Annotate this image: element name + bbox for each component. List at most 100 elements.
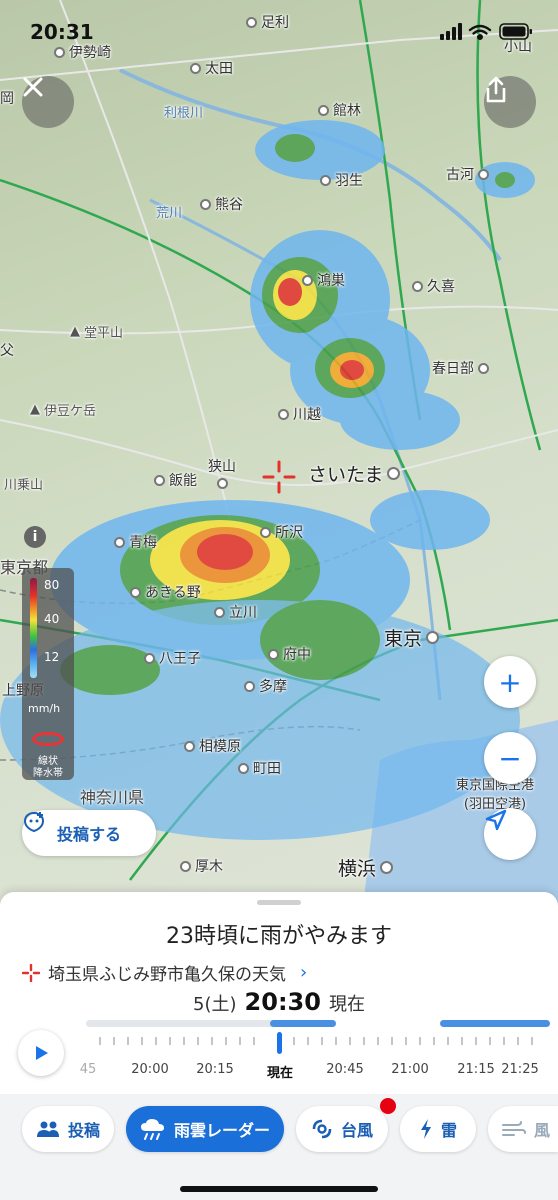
place-sagamihara[interactable]: 相模原 bbox=[184, 736, 241, 756]
legend-color-bar bbox=[30, 578, 37, 678]
place-label: 川越 bbox=[293, 407, 321, 423]
place-label: 古河 bbox=[446, 167, 474, 183]
tab-label: 雷 bbox=[440, 1121, 457, 1140]
city-dot bbox=[154, 474, 165, 486]
place-tama[interactable]: 多摩 bbox=[244, 676, 287, 696]
typhoon-notification-badge bbox=[380, 1098, 396, 1114]
place-fuchu[interactable]: 府中 bbox=[268, 644, 311, 664]
typhoon-icon bbox=[312, 1119, 332, 1139]
place-kasukabe[interactable]: 春日部 bbox=[432, 358, 489, 378]
place-konosu[interactable]: 鴻巣 bbox=[302, 270, 345, 290]
legend-unit: mm/h bbox=[28, 702, 61, 715]
zoom-out-button[interactable]: − bbox=[484, 732, 536, 784]
tab-wind[interactable]: 風 bbox=[488, 1106, 558, 1152]
wifi-icon bbox=[468, 24, 492, 40]
tab-rain-radar[interactable]: 雨雲レーダー bbox=[126, 1106, 284, 1152]
place-kuki[interactable]: 久喜 bbox=[412, 276, 455, 296]
city-dot bbox=[130, 586, 141, 598]
city-dot bbox=[380, 861, 394, 874]
place-label: 青梅 bbox=[129, 535, 157, 551]
wind-icon bbox=[502, 1121, 526, 1136]
share-button[interactable] bbox=[484, 76, 536, 128]
place-kawagoe[interactable]: 川越 bbox=[278, 404, 321, 424]
lightning-icon bbox=[420, 1119, 431, 1139]
city-dot bbox=[387, 467, 401, 480]
place-label: 太田 bbox=[205, 61, 233, 77]
place-hanno[interactable]: 飯能 bbox=[154, 470, 197, 490]
rain-stop-headline: 23時頃に雨がやみます bbox=[166, 924, 392, 949]
pref-kanagawa: 神奈川県 bbox=[80, 784, 144, 808]
tab-lightning[interactable]: 雷 bbox=[400, 1106, 476, 1152]
location-weather-link[interactable]: 埼玉県ふじみ野市亀久保の天気 › bbox=[22, 960, 307, 985]
place-label: 堂平山 bbox=[84, 326, 124, 341]
place-tokyo[interactable]: 東京 bbox=[384, 624, 440, 651]
tab-typhoon[interactable]: 台風 bbox=[296, 1106, 388, 1152]
place-label: 多摩 bbox=[259, 679, 287, 695]
share-icon bbox=[486, 76, 506, 103]
timeline-label: 20:45 bbox=[326, 1062, 364, 1077]
time-slider[interactable]: 45 20:00 20:15 現在 20:45 21:00 21:15 21:2… bbox=[80, 1020, 550, 1081]
place-tachikawa[interactable]: 立川 bbox=[214, 602, 257, 622]
place-label: 飯能 bbox=[169, 473, 197, 489]
city-dot bbox=[478, 362, 489, 374]
locate-me-button[interactable] bbox=[484, 808, 536, 860]
signal-icon bbox=[440, 23, 462, 40]
navigation-arrow-icon bbox=[485, 809, 507, 831]
city-dot bbox=[426, 631, 440, 644]
place-label: 神奈川県 bbox=[80, 788, 145, 807]
place-tatebayashi[interactable]: 館林 bbox=[318, 100, 361, 120]
place-label: 父 bbox=[0, 343, 14, 359]
place-machida[interactable]: 町田 bbox=[238, 758, 281, 778]
place-saitama[interactable]: さいたま bbox=[308, 460, 401, 487]
tab-posts[interactable]: 投稿 bbox=[22, 1106, 114, 1152]
place-yokohama[interactable]: 横浜 bbox=[338, 854, 394, 881]
place-label: 東京 bbox=[384, 628, 423, 650]
close-button[interactable] bbox=[22, 76, 74, 128]
place-kumagaya[interactable]: 熊谷 bbox=[200, 194, 243, 214]
home-indicator bbox=[180, 1186, 378, 1192]
place-label: 狭山 bbox=[208, 459, 236, 475]
city-dot bbox=[268, 648, 279, 660]
mount-izugatake: ▲ 伊豆ケ岳 bbox=[30, 400, 96, 419]
timeline-label: 20:00 bbox=[131, 1062, 169, 1077]
place-ome[interactable]: 青梅 bbox=[114, 532, 157, 552]
place-label: 横浜 bbox=[338, 858, 377, 880]
current-location-crosshair bbox=[262, 460, 296, 494]
place-atsugi[interactable]: 厚木 bbox=[180, 856, 223, 876]
city-dot bbox=[216, 478, 228, 489]
current-time-readout: 5(土) 20:30 現在 bbox=[0, 988, 558, 1016]
post-report-icon bbox=[23, 811, 45, 833]
place-hachioji[interactable]: 八王子 bbox=[144, 648, 201, 668]
river-ara: 荒川 bbox=[156, 202, 182, 221]
sheet-grabber[interactable] bbox=[257, 900, 301, 905]
zoom-in-button[interactable]: + bbox=[484, 656, 536, 708]
place-label: 鴻巣 bbox=[317, 273, 345, 289]
city-dot bbox=[200, 198, 211, 210]
place-tokorozawa[interactable]: 所沢 bbox=[260, 522, 303, 542]
place-koga[interactable]: 古河 bbox=[446, 164, 489, 184]
place-label: 春日部 bbox=[432, 361, 474, 377]
rain-legend[interactable]: 80 40 12 mm/h 線状 降水帯 bbox=[22, 568, 74, 780]
bottom-tab-bar: 投稿 雨雲レーダー 台風 雷 風 bbox=[0, 1094, 558, 1200]
city-dot bbox=[278, 408, 289, 420]
city-dot bbox=[302, 274, 313, 286]
rain-radar-map[interactable]: 伊勢崎 太田 足利 小山 館林 羽生 古河 熊谷 鴻巣 久喜 春日部 川越 飯能… bbox=[0, 0, 558, 930]
place-ota[interactable]: 太田 bbox=[190, 58, 233, 78]
mount-dodairasan: ▲ 堂平山 bbox=[70, 322, 123, 341]
play-button[interactable] bbox=[18, 1030, 64, 1076]
info-icon[interactable]: i bbox=[24, 526, 46, 548]
legend-tick-12: 12 bbox=[44, 650, 60, 664]
place-sayama[interactable]: 狭山 bbox=[208, 456, 236, 489]
tab-label: 投稿 bbox=[67, 1121, 100, 1140]
city-dot bbox=[412, 280, 423, 292]
place-akiruno[interactable]: あきる野 bbox=[130, 582, 201, 602]
location-crosshair-icon bbox=[22, 963, 40, 982]
timeline-thumb bbox=[277, 1032, 282, 1054]
place-label: 相模原 bbox=[199, 739, 241, 755]
post-report-button[interactable]: 投稿する bbox=[22, 810, 156, 856]
timeline-label: 21:15 bbox=[457, 1062, 495, 1077]
tab-label: 雨雲レーダー bbox=[173, 1121, 270, 1140]
place-hanyu[interactable]: 羽生 bbox=[320, 170, 363, 190]
place-label: 府中 bbox=[283, 647, 311, 663]
timeline-label-now: 現在 bbox=[266, 1066, 294, 1081]
